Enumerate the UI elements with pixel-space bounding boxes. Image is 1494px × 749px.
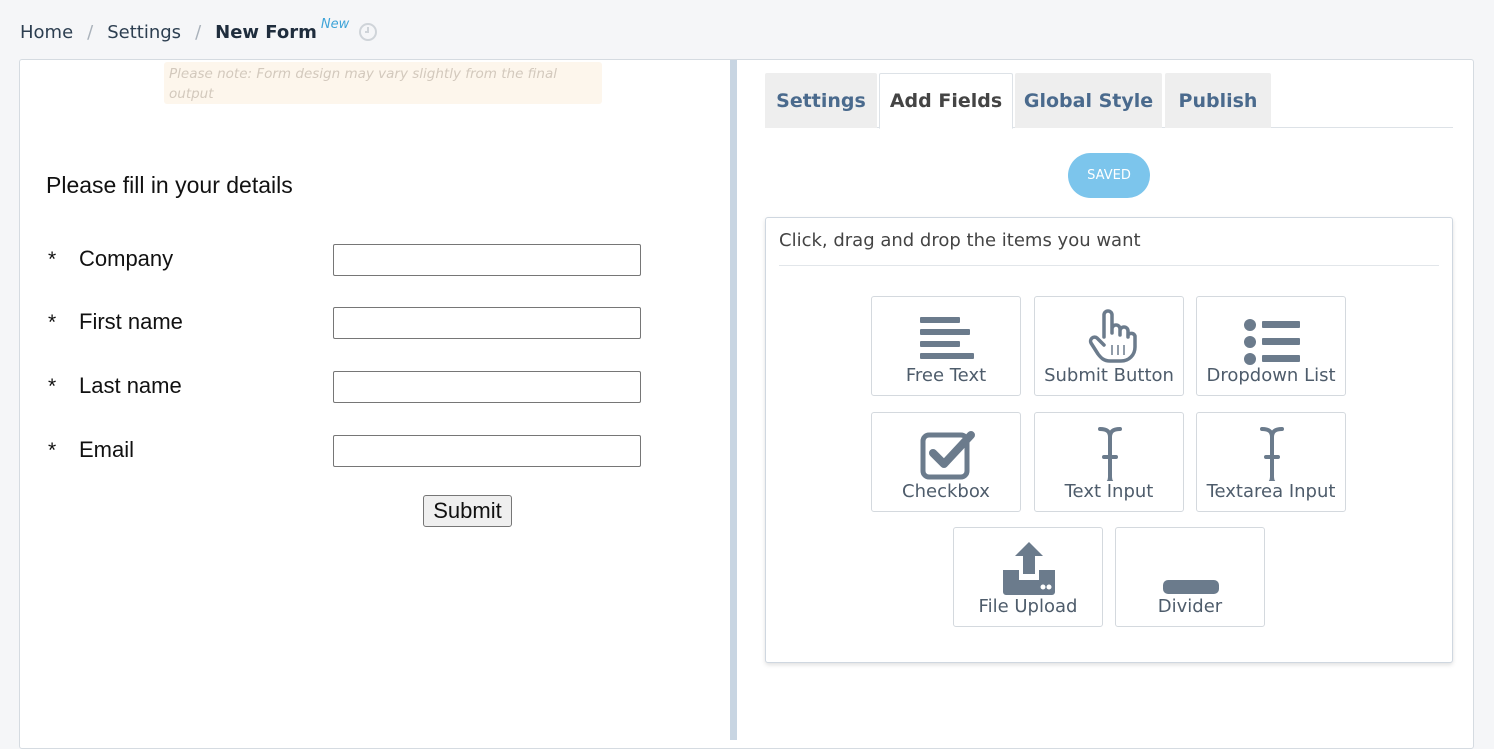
field-tile-dropdown-list[interactable]: Dropdown List — [1196, 296, 1346, 396]
checkbox-icon — [920, 431, 975, 480]
tile-label: Submit Button — [1044, 365, 1174, 386]
field-tile-submit-button[interactable]: Submit Button — [1034, 296, 1184, 396]
tile-label: Dropdown List — [1206, 365, 1336, 386]
tile-label: Free Text — [905, 365, 987, 386]
required-mark: * — [48, 375, 57, 398]
saved-button[interactable]: SAVED — [1068, 153, 1150, 198]
tile-label: File Upload — [978, 596, 1078, 617]
tile-label: Text Input — [1064, 481, 1154, 502]
field-tile-textarea-input[interactable]: Textarea Input — [1196, 412, 1346, 512]
breadcrumb-home[interactable]: Home — [20, 22, 73, 43]
required-mark: * — [48, 311, 57, 334]
field-label: Company — [79, 246, 174, 271]
breadcrumb-settings[interactable]: Settings — [107, 22, 181, 43]
breadcrumb-current: New Form — [215, 21, 317, 43]
form-field-first-name: * First name — [46, 307, 646, 341]
field-label: Last name — [79, 373, 182, 398]
pointer-hand-icon — [1088, 309, 1137, 363]
last-name-input[interactable] — [333, 371, 641, 403]
upload-icon — [1003, 542, 1055, 595]
tab-publish[interactable]: Publish — [1165, 73, 1271, 128]
preview-submit-button[interactable]: Submit — [423, 495, 512, 527]
text-cursor-icon — [1260, 427, 1284, 481]
form-field-last-name: * Last name — [46, 371, 646, 405]
panel-splitter[interactable] — [730, 60, 737, 740]
field-tile-checkbox[interactable]: Checkbox — [871, 412, 1021, 512]
tile-label: Divider — [1157, 596, 1223, 617]
text-cursor-icon — [1098, 427, 1122, 481]
tile-label: Checkbox — [902, 481, 990, 502]
field-tile-free-text[interactable]: Free Text — [871, 296, 1021, 396]
tile-label: Textarea Input — [1206, 481, 1336, 502]
new-badge: New — [320, 16, 350, 32]
field-tile-file-upload[interactable]: File Upload — [953, 527, 1103, 627]
add-fields-instruction: Click, drag and drop the items you want — [779, 230, 1439, 266]
required-mark: * — [48, 248, 57, 271]
breadcrumb-separator: / — [195, 21, 202, 43]
design-note: Please note: Form design may vary slight… — [164, 62, 602, 104]
tab-global-style[interactable]: Global Style — [1015, 73, 1162, 128]
form-field-company: * Company — [46, 244, 646, 278]
tab-settings[interactable]: Settings — [765, 73, 877, 128]
company-input[interactable] — [333, 244, 641, 276]
tab-bar: Settings Add Fields Global Style Publish — [765, 73, 1453, 129]
field-tile-text-input[interactable]: Text Input — [1034, 412, 1184, 512]
list-icon — [1244, 319, 1300, 365]
field-tile-divider[interactable]: Divider — [1115, 527, 1265, 627]
tab-add-fields[interactable]: Add Fields — [879, 73, 1013, 129]
add-fields-box: Click, drag and drop the items you want … — [765, 217, 1453, 663]
breadcrumb: Home / Settings / New Form New — [20, 16, 350, 46]
email-input[interactable] — [333, 435, 641, 467]
clock-icon[interactable] — [358, 22, 378, 42]
form-field-email: * Email — [46, 435, 646, 469]
first-name-input[interactable] — [333, 307, 641, 339]
breadcrumb-separator: / — [87, 21, 94, 43]
field-label: First name — [79, 309, 183, 334]
field-label: Email — [79, 437, 135, 462]
form-title: Please fill in your details — [46, 172, 293, 198]
required-mark: * — [48, 439, 57, 462]
free-text-icon — [920, 317, 974, 359]
divider-icon — [1163, 580, 1219, 594]
